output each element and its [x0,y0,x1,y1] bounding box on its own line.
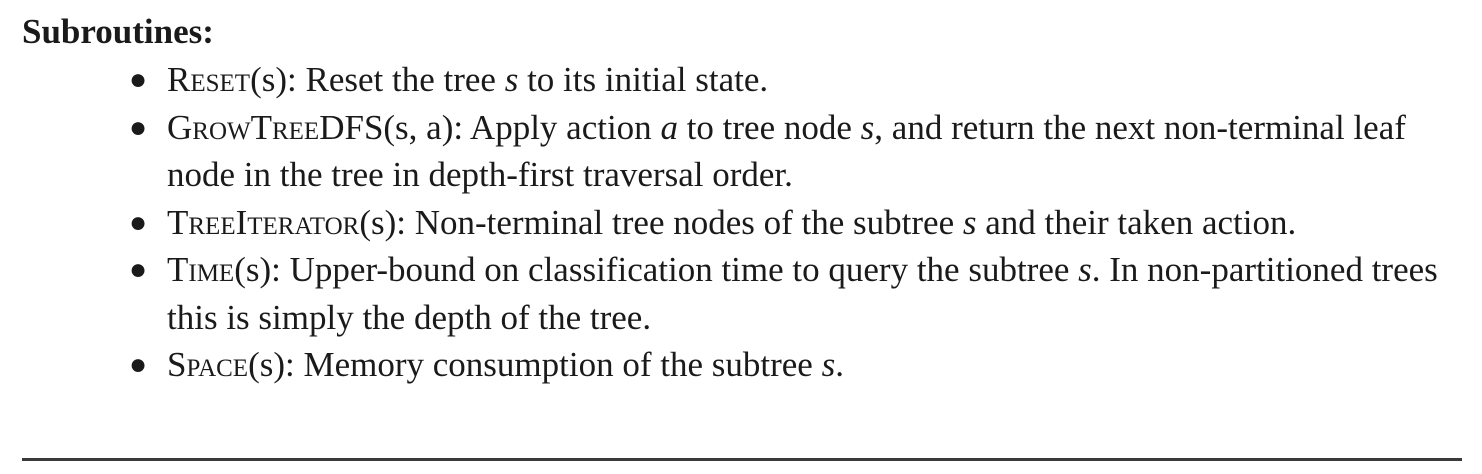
function-name: Time [167,250,235,289]
math-variable: s [821,345,836,384]
function-args: (s) [248,345,286,384]
description-text: to its initial state. [518,60,769,99]
description-text: : Apply action [453,107,661,147]
description-text: and their taken action. [976,202,1297,242]
subroutine-item-treeiterator: ● TreeIterator(s): Non-terminal tree nod… [22,199,1462,247]
math-variable: a [660,107,678,147]
subroutine-item-time: ● Time(s): Upper-bound on classification… [22,246,1462,341]
bullet-icon: ● [128,205,148,239]
section-heading: Subroutines: [22,12,214,51]
math-variable: s [504,60,519,99]
subroutines-section: Subroutines: ● Reset(s): Reset the tree … [22,10,1462,389]
description-text: : Reset the tree [287,60,505,99]
math-variable: s [962,202,977,242]
subroutine-item-reset: ● Reset(s): Reset the tree s to its init… [22,56,1462,104]
function-args: (s) [359,202,397,242]
subroutine-item-growtreedfs: ● GrowTreeDFS(s, a): Apply action a to t… [22,104,1462,199]
subroutine-list: ● Reset(s): Reset the tree s to its init… [22,56,1462,389]
bullet-icon: ● [128,253,148,286]
math-variable: s [860,107,875,147]
math-variable: s [1078,250,1092,289]
description-text: : Upper-bound on classification time to … [271,250,1079,289]
description-text: to tree node [677,107,861,147]
bullet-icon: ● [128,63,148,96]
function-args: (s) [250,60,287,99]
bottom-rule [22,458,1462,461]
bullet-icon: ● [128,110,148,144]
bullet-icon: ● [128,348,148,381]
function-name: TreeIterator [167,202,360,242]
function-name: Reset [167,60,251,99]
function-name: Space [167,345,249,384]
function-name: GrowTreeDFS [167,107,384,147]
subroutine-item-space: ● Space(s): Memory consumption of the su… [22,341,1462,389]
description-text: . [835,345,844,384]
description-text: : Non-terminal tree nodes of the subtree [396,202,963,242]
function-args: (s) [234,250,272,289]
function-args: (s, a) [383,107,454,147]
description-text: : Memory consumption of the subtree [285,345,822,384]
